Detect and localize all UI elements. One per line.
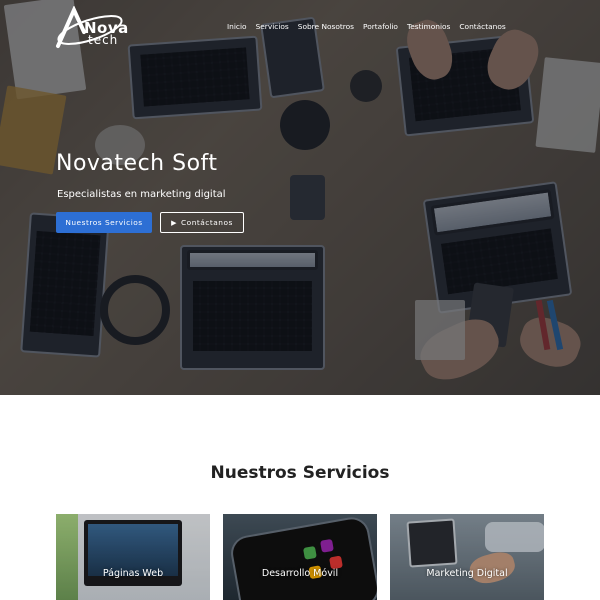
nav-item-sobre-nosotros[interactable]: Sobre Nosotros [298,22,354,31]
hero-title: Novatech Soft [56,151,218,176]
contact-button[interactable]: ▶ Contáctanos [160,212,244,233]
service-card-mobile[interactable]: Desarrollo Móvil [223,514,377,600]
service-card-label: Marketing Digital [426,568,508,579]
services-title: Nuestros Servicios [210,463,390,483]
nav-item-servicios[interactable]: Servicios [256,22,289,31]
main-nav: Inicio Servicios Sobre Nosotros Portafol… [227,22,506,31]
service-card-label: Desarrollo Móvil [261,568,339,579]
hero-subtitle: Especialistas en marketing digital [57,189,226,200]
contact-button-label: Contáctanos [181,218,233,227]
services-button[interactable]: Nuestros Servicios [56,212,152,233]
nav-item-portafolio[interactable]: Portafolio [363,22,398,31]
hero-section: Nova tech Inicio Servicios Sobre Nosotro… [0,0,600,395]
logo[interactable]: Nova tech [54,5,128,50]
service-card-marketing[interactable]: Marketing Digital [390,514,544,600]
service-card-web[interactable]: Páginas Web [56,514,210,600]
nav-item-contactanos[interactable]: Contáctanos [459,22,505,31]
nav-item-testimonios[interactable]: Testimonios [407,22,450,31]
logo-word-2: tech [88,33,119,47]
nav-item-inicio[interactable]: Inicio [227,22,247,31]
service-card-label: Páginas Web [102,568,164,579]
play-icon: ▶ [171,218,178,227]
